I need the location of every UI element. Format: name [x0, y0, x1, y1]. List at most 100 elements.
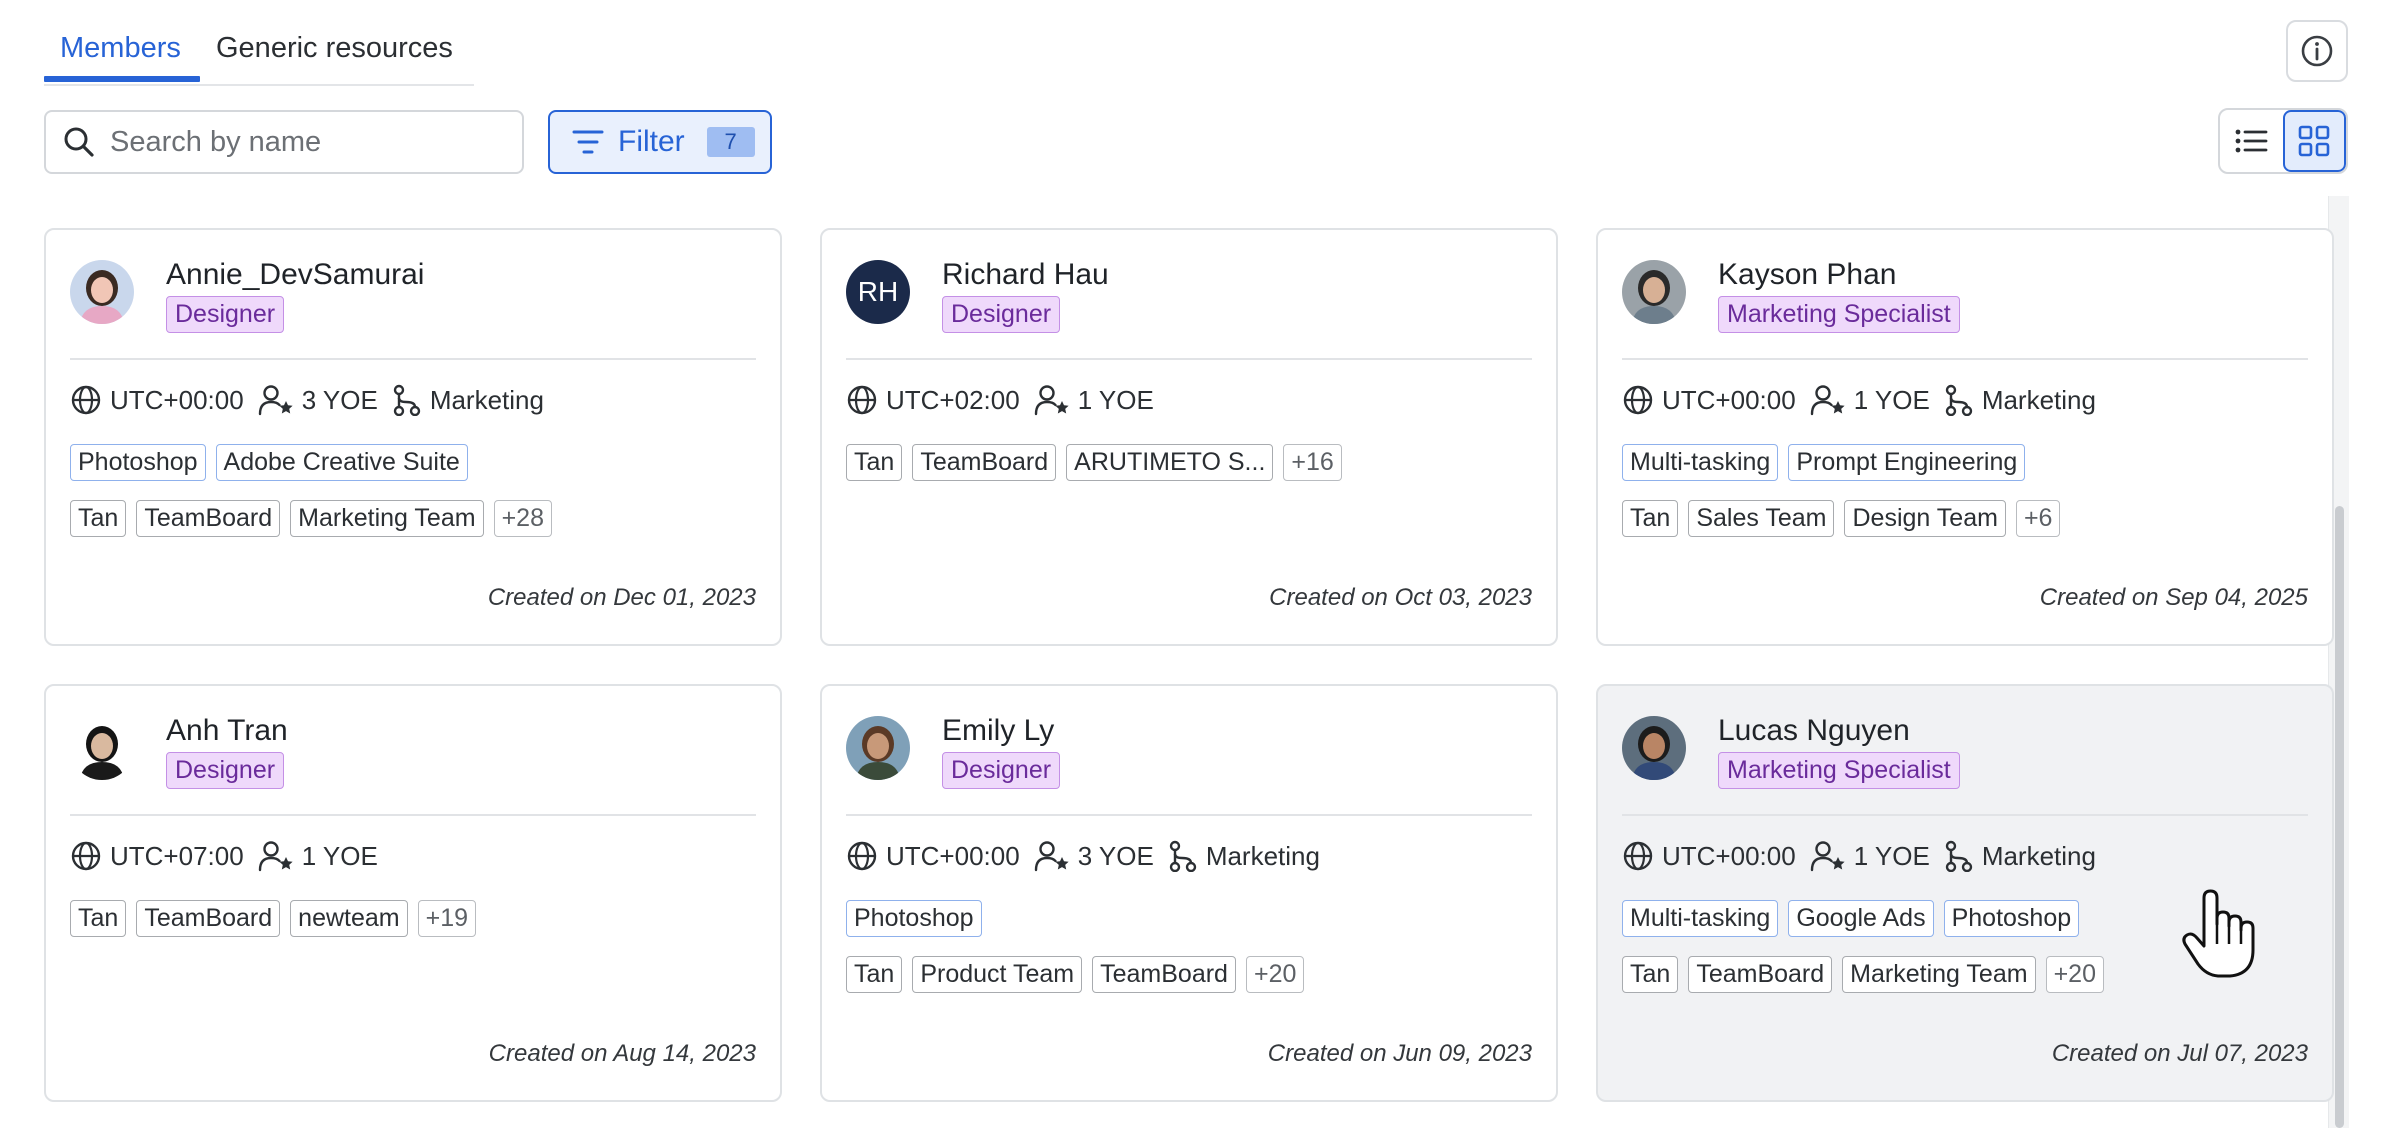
team-chip: ARUTIMETO S... — [1066, 444, 1274, 481]
member-meta: UTC+00:00 3 YOE Marketing — [846, 836, 1334, 876]
more-teams-chip[interactable]: +19 — [417, 900, 477, 937]
team-chip: Tan — [1622, 500, 1679, 537]
divider — [1622, 814, 2308, 816]
member-meta: UTC+07:00 1 YOE — [70, 836, 392, 876]
skill-chips: Multi-tasking Google Ads Photoshop — [1622, 900, 2080, 937]
info-icon — [2299, 33, 2335, 69]
tab-members[interactable]: Members — [60, 32, 181, 65]
list-view-icon — [2234, 127, 2268, 155]
more-teams-chip[interactable]: +20 — [2045, 956, 2104, 993]
years-of-experience: 1 YOE — [1853, 840, 1930, 871]
skill-chips: Multi-tasking Prompt Engineering — [1622, 444, 2026, 481]
skill-chip: Multi-tasking — [1622, 900, 1779, 937]
skill-chip: Photoshop — [846, 900, 982, 937]
globe-icon — [846, 840, 878, 872]
years-of-experience: 1 YOE — [1077, 384, 1154, 415]
user-star-icon — [258, 840, 294, 872]
role-badge: Designer — [166, 752, 285, 789]
grid-view-button[interactable] — [2282, 110, 2346, 172]
branch-icon — [392, 384, 422, 416]
member-name[interactable]: Richard Hau — [942, 258, 1109, 292]
team-chip: Sales Team — [1688, 500, 1835, 537]
team-chip: TeamBoard — [136, 500, 281, 537]
member-name[interactable]: Lucas Nguyen — [1718, 714, 1910, 748]
timezone: UTC+00:00 — [1662, 840, 1796, 871]
years-of-experience: 3 YOE — [1077, 840, 1154, 871]
member-meta: UTC+00:00 3 YOE Marketing — [70, 380, 558, 420]
user-star-icon — [258, 384, 294, 416]
globe-icon — [846, 384, 878, 416]
globe-icon — [70, 384, 102, 416]
more-teams-chip[interactable]: +20 — [1245, 956, 1305, 993]
view-toggle — [2218, 108, 2348, 174]
branch-icon — [1944, 840, 1974, 872]
member-name[interactable]: Kayson Phan — [1718, 258, 1896, 292]
grid-view-icon — [2298, 125, 2330, 157]
years-of-experience: 1 YOE — [1853, 384, 1930, 415]
team-chip: Tan — [1622, 956, 1679, 993]
member-card[interactable]: Emily Ly Designer UTC+00:00 3 YOE Marketing P… — [820, 684, 1558, 1102]
scrollbar-thumb[interactable] — [2335, 506, 2344, 1128]
more-teams-chip[interactable]: +6 — [2015, 500, 2061, 537]
more-teams-chip[interactable]: +16 — [1283, 444, 1342, 481]
created-date: Created on Jun 09, 2023 — [1267, 1040, 1532, 1067]
timezone: UTC+00:00 — [110, 384, 244, 415]
member-meta: UTC+02:00 1 YOE — [846, 380, 1168, 420]
created-date: Created on Dec 01, 2023 — [487, 584, 756, 611]
team-chip: Product Team — [912, 956, 1083, 993]
role-badge: Designer — [942, 296, 1061, 333]
divider — [1622, 358, 2308, 360]
avatar: RH — [846, 260, 910, 324]
team-chip: Design Team — [1844, 500, 2006, 537]
member-card[interactable]: Anh Tran Designer UTC+07:00 1 YOE Tan TeamBoa… — [44, 684, 782, 1102]
team-chip: Marketing Team — [290, 500, 484, 537]
divider — [846, 814, 1532, 816]
member-card[interactable]: Kayson Phan Marketing Specialist UTC+00:00… — [1596, 228, 2334, 646]
list-view-button[interactable] — [2220, 110, 2283, 172]
tab-bar: Members Generic resources — [44, 22, 474, 86]
search-input[interactable] — [108, 124, 492, 160]
team-chips: Tan Sales Team Design Team +6 — [1622, 500, 2061, 537]
info-button[interactable] — [2286, 20, 2348, 82]
timezone: UTC+00:00 — [1662, 384, 1796, 415]
team-chips: Tan Product Team TeamBoard +20 — [846, 956, 1305, 993]
created-date: Created on Aug 14, 2023 — [488, 1040, 756, 1067]
active-tab-indicator — [44, 76, 200, 82]
hand-pointer-icon — [2180, 888, 2260, 985]
divider — [70, 358, 756, 360]
years-of-experience: 1 YOE — [301, 840, 378, 871]
skill-chip: Adobe Creative Suite — [215, 444, 468, 481]
member-card[interactable]: Annie_DevSamurai Designer UTC+00:00 3 YOE Ma… — [44, 228, 782, 646]
user-star-icon — [1034, 840, 1070, 872]
department: Marketing — [429, 384, 544, 415]
team-chip: Tan — [846, 444, 903, 481]
filter-count-badge: 7 — [706, 127, 755, 157]
user-star-icon — [1810, 840, 1846, 872]
user-star-icon — [1810, 384, 1846, 416]
member-name[interactable]: Anh Tran — [166, 714, 288, 748]
filter-lines-icon — [572, 128, 604, 156]
skill-chip: Prompt Engineering — [1788, 444, 2026, 481]
skill-chip: Photoshop — [1943, 900, 2080, 937]
avatar — [70, 260, 134, 324]
branch-icon — [1168, 840, 1198, 872]
member-name[interactable]: Emily Ly — [942, 714, 1054, 748]
avatar — [70, 716, 134, 780]
member-card[interactable]: RH Richard Hau Designer UTC+02:00 1 YOE Tan Te… — [820, 228, 1558, 646]
branch-icon — [1944, 384, 1974, 416]
search-box — [44, 110, 524, 174]
department: Marketing — [1981, 384, 2096, 415]
filter-button[interactable]: Filter 7 — [548, 110, 772, 174]
created-date: Created on Sep 04, 2025 — [2039, 584, 2308, 611]
tab-generic-resources[interactable]: Generic resources — [216, 32, 453, 65]
role-badge: Marketing Specialist — [1718, 752, 1960, 789]
divider — [846, 358, 1532, 360]
department: Marketing — [1205, 840, 1320, 871]
skill-chip: Google Ads — [1788, 900, 1934, 937]
team-chip: Tan — [70, 900, 127, 937]
more-teams-chip[interactable]: +28 — [493, 500, 552, 537]
skill-chips: Photoshop — [846, 900, 982, 937]
globe-icon — [1622, 840, 1654, 872]
member-name[interactable]: Annie_DevSamurai — [166, 258, 424, 292]
member-meta: UTC+00:00 1 YOE Marketing — [1622, 836, 2110, 876]
